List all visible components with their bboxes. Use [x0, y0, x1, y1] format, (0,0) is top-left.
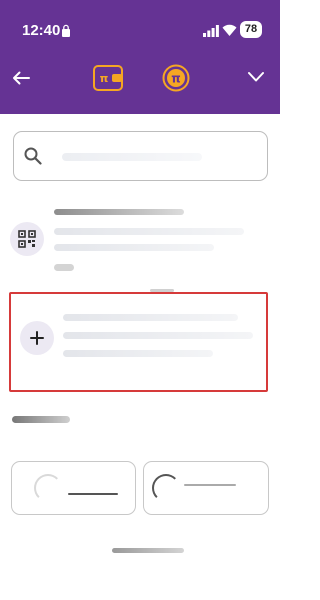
contact-avatar-placeholder — [152, 474, 180, 502]
contact-name-line — [68, 493, 118, 495]
back-button[interactable] — [10, 67, 32, 89]
contact-avatar-placeholder — [34, 474, 62, 502]
plus-icon — [30, 331, 44, 345]
contact-card[interactable] — [11, 461, 136, 515]
back-arrow-icon — [13, 71, 30, 85]
search-input[interactable] — [50, 140, 255, 172]
search-icon — [24, 147, 42, 165]
search-box[interactable] — [13, 131, 268, 181]
app-header: 12:40 78 π π — [0, 0, 280, 114]
footer-text-blur — [112, 548, 184, 553]
scan-desc-blur-2 — [54, 244, 214, 251]
nav-bar: π π — [0, 62, 280, 102]
scan-desc-blur — [54, 228, 244, 235]
add-contact-option[interactable] — [9, 292, 268, 392]
status-bar: 12:40 78 — [0, 0, 280, 62]
status-time: 12:40 — [22, 22, 61, 39]
battery-indicator: 78 — [240, 21, 262, 38]
svg-text:π: π — [100, 72, 109, 85]
contact-card[interactable] — [143, 461, 269, 515]
section-divider-blur — [150, 289, 174, 292]
qr-icon-circle — [10, 222, 44, 256]
scan-qr-option[interactable] — [10, 206, 268, 278]
add-desc-blur-2 — [63, 350, 213, 357]
signal-icon — [203, 25, 219, 37]
contact-name-line — [184, 484, 236, 486]
plus-icon-circle — [20, 321, 54, 355]
scan-title-blur — [54, 209, 184, 215]
qr-code-icon — [18, 230, 36, 248]
svg-text:π: π — [171, 72, 181, 86]
wifi-icon — [222, 24, 237, 36]
wallet-pi-icon[interactable]: π — [93, 65, 123, 91]
chevron-down-icon[interactable] — [246, 69, 266, 85]
scan-desc-blur-3 — [54, 264, 74, 271]
add-title-blur — [63, 314, 238, 321]
contacts-heading-blur — [12, 416, 70, 423]
lock-icon — [62, 24, 70, 37]
add-desc-blur — [63, 332, 253, 339]
pi-coin-icon[interactable]: π — [162, 64, 190, 92]
